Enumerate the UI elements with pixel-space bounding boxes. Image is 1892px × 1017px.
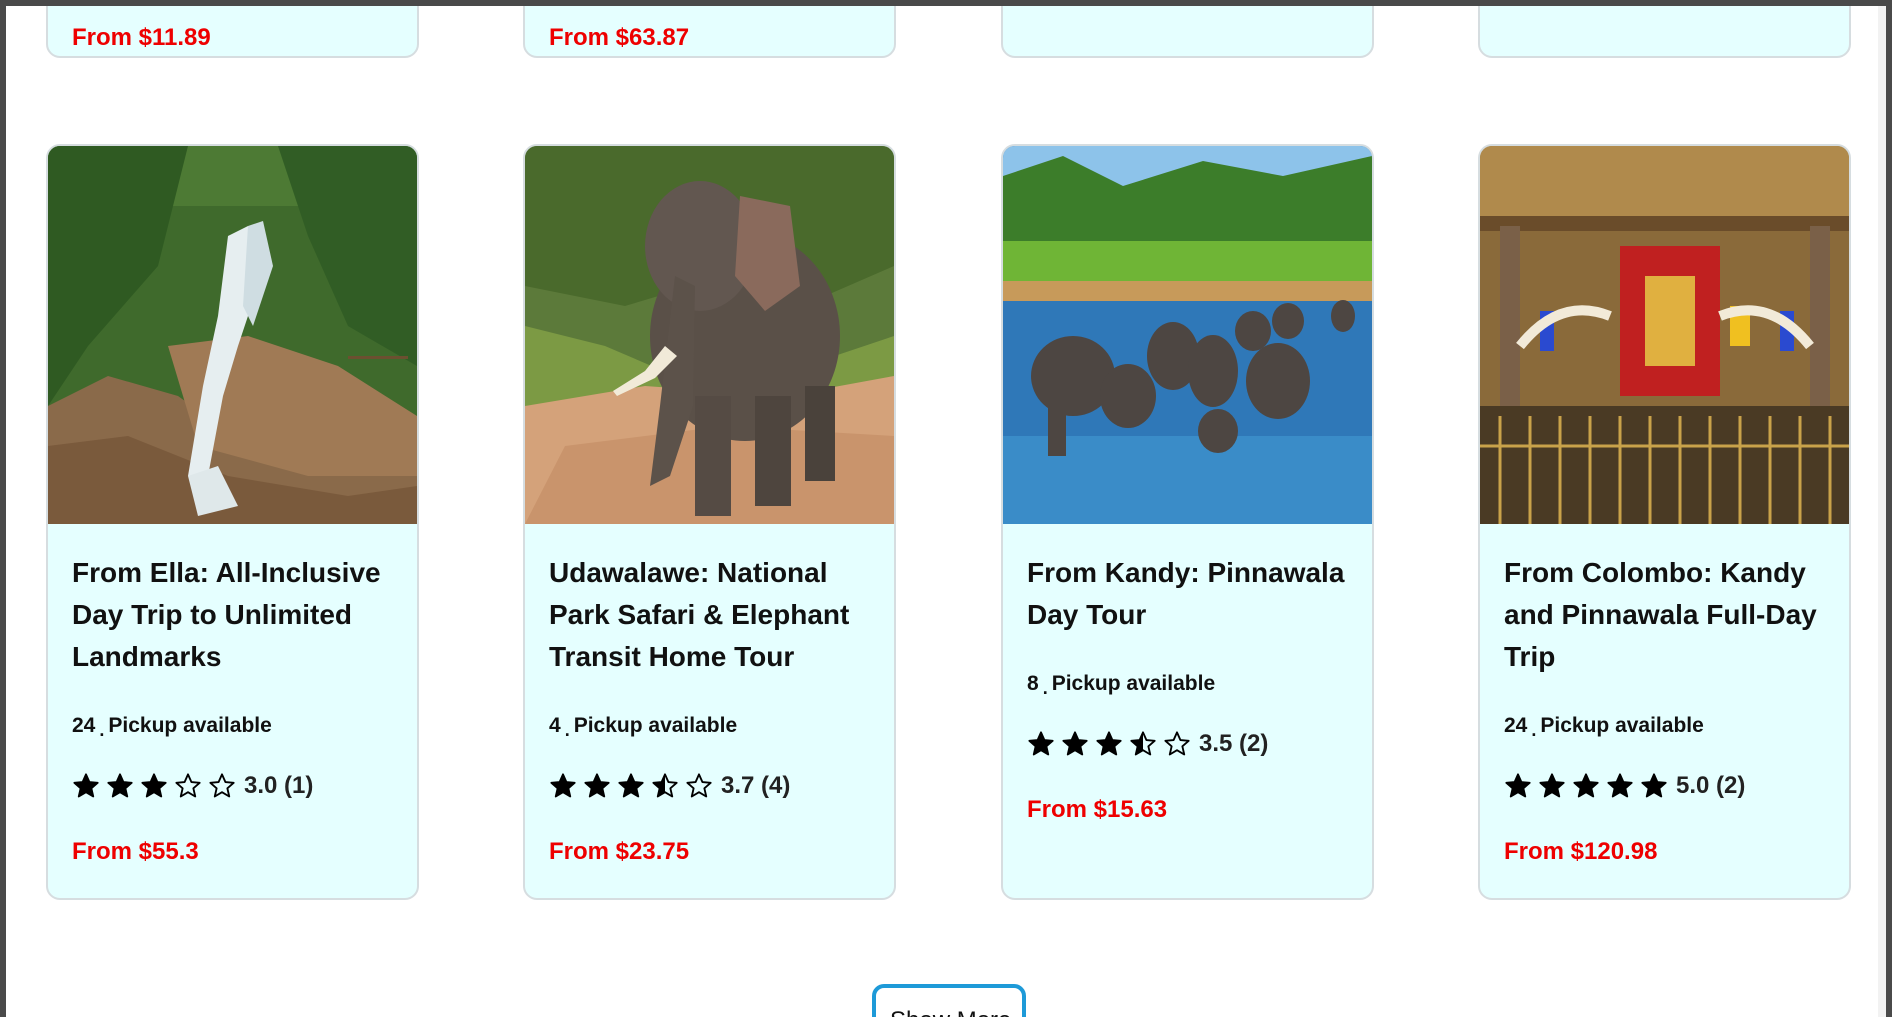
tour-card-top-1[interactable]: From $11.89 bbox=[46, 6, 419, 58]
tour-card-top-4[interactable] bbox=[1478, 6, 1851, 58]
rating-text: 3.0 (1) bbox=[244, 772, 314, 799]
star-filled-icon bbox=[1062, 731, 1088, 756]
pickup-label: Pickup available bbox=[573, 714, 738, 737]
stars bbox=[72, 772, 242, 800]
tour-card-colombo[interactable]: From Colombo: Kandy and Pinnawala Full-D… bbox=[1478, 144, 1851, 900]
show-more-button[interactable]: Show More bbox=[872, 984, 1026, 1017]
waterfall-photo[interactable] bbox=[48, 146, 417, 524]
card-count: 4 bbox=[549, 714, 561, 737]
tour-card-top-2[interactable]: From $63.87 bbox=[523, 6, 896, 58]
card-title[interactable]: Udawalawe: National Park Safari & Elepha… bbox=[549, 552, 870, 678]
tour-card-udawalawe[interactable]: Udawalawe: National Park Safari & Elepha… bbox=[523, 144, 896, 900]
star-filled-icon bbox=[1573, 773, 1599, 798]
pickup-label: Pickup available bbox=[108, 714, 272, 737]
star-filled-icon bbox=[73, 773, 99, 798]
card-meta: 4. Pickup available bbox=[549, 714, 870, 740]
card-meta: 24. Pickup available bbox=[1504, 714, 1825, 740]
card-meta: 24. Pickup available bbox=[72, 714, 393, 740]
card-count: 8 bbox=[1027, 672, 1039, 695]
card-title[interactable]: From Colombo: Kandy and Pinnawala Full-D… bbox=[1504, 552, 1825, 678]
star-filled-icon bbox=[1505, 773, 1531, 798]
card-count: 24 bbox=[72, 714, 96, 737]
page-viewport: From $11.89 From $63.87 From Ella: All-I… bbox=[6, 6, 1886, 1017]
rating-text: 3.5 (2) bbox=[1199, 730, 1269, 757]
card-count: 24 bbox=[1504, 714, 1528, 737]
card-price: From $15.63 bbox=[1027, 796, 1168, 823]
rating-text: 5.0 (2) bbox=[1676, 772, 1746, 799]
card-price: From $55.3 bbox=[72, 838, 199, 865]
star-empty-icon bbox=[175, 773, 201, 798]
star-empty-icon bbox=[209, 773, 235, 798]
star-filled-icon bbox=[1641, 773, 1667, 798]
star-half-icon bbox=[652, 773, 678, 798]
star-filled-icon bbox=[618, 773, 644, 798]
temple-photo[interactable] bbox=[1480, 146, 1849, 524]
meta-separator: . bbox=[99, 720, 105, 740]
stars bbox=[1027, 730, 1197, 758]
star-rating: 3.0 (1) bbox=[72, 770, 393, 802]
card-price: From $63.87 bbox=[549, 24, 690, 51]
meta-separator: . bbox=[1042, 678, 1048, 698]
tour-card-ella[interactable]: From Ella: All-Inclusive Day Trip to Unl… bbox=[46, 144, 419, 900]
star-filled-icon bbox=[1028, 731, 1054, 756]
star-filled-icon bbox=[107, 773, 133, 798]
card-price: From $120.98 bbox=[1504, 838, 1658, 865]
star-filled-icon bbox=[584, 773, 610, 798]
card-price: From $11.89 bbox=[72, 24, 211, 51]
elephant-photo[interactable] bbox=[525, 146, 894, 524]
card-meta: 8. Pickup available bbox=[1027, 672, 1348, 698]
pickup-label: Pickup available bbox=[1051, 672, 1216, 695]
rating-text: 3.7 (4) bbox=[721, 772, 791, 799]
pickup-label: Pickup available bbox=[1540, 714, 1704, 737]
star-filled-icon bbox=[1607, 773, 1633, 798]
star-filled-icon bbox=[1096, 731, 1122, 756]
stars bbox=[1504, 772, 1674, 800]
star-filled-icon bbox=[141, 773, 167, 798]
star-filled-icon bbox=[1539, 773, 1565, 798]
star-filled-icon bbox=[550, 773, 576, 798]
star-rating: 5.0 (2) bbox=[1504, 770, 1825, 802]
scrollbar[interactable] bbox=[1878, 6, 1886, 1017]
star-rating: 3.5 (2) bbox=[1027, 728, 1348, 760]
meta-separator: . bbox=[1531, 720, 1537, 740]
tour-card-pinnawala[interactable]: From Kandy: Pinnawala Day Tour 8. Pickup … bbox=[1001, 144, 1374, 900]
star-rating: 3.7 (4) bbox=[549, 770, 870, 802]
card-price: From $23.75 bbox=[549, 838, 690, 865]
card-title[interactable]: From Ella: All-Inclusive Day Trip to Unl… bbox=[72, 552, 393, 678]
star-half-icon bbox=[1130, 731, 1156, 756]
meta-separator: . bbox=[564, 720, 570, 740]
tour-card-top-3[interactable] bbox=[1001, 6, 1374, 58]
card-title[interactable]: From Kandy: Pinnawala Day Tour bbox=[1027, 552, 1348, 636]
elephant-herd-river-photo[interactable] bbox=[1003, 146, 1372, 524]
star-empty-icon bbox=[1164, 731, 1190, 756]
stars bbox=[549, 772, 719, 800]
star-empty-icon bbox=[686, 773, 712, 798]
